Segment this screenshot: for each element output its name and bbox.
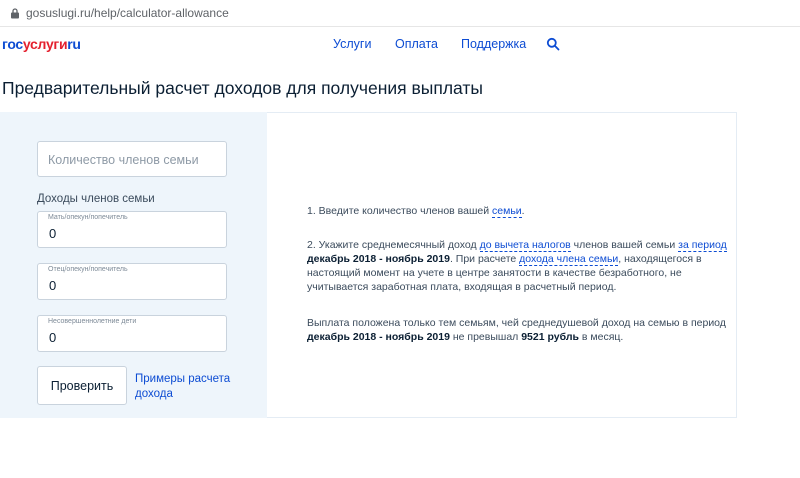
- step2-text-3: . При расчете: [449, 253, 520, 265]
- gosuslugi-logo[interactable]: госуслугиru: [2, 36, 81, 52]
- father-income-caption: Отец/опекун/попечитель: [48, 266, 128, 273]
- period-link[interactable]: за период: [678, 239, 727, 252]
- instruction-step-1: 1. Введите количество членов вашей семьи…: [307, 204, 727, 218]
- step1-text: 1. Введите количество членов вашей: [307, 205, 493, 217]
- family-link[interactable]: семьи: [492, 205, 522, 218]
- site-header: госуслугиru Услуги Оплата Поддержка: [0, 27, 800, 61]
- nav-services[interactable]: Услуги: [333, 37, 371, 51]
- lock-icon: [11, 8, 19, 19]
- search-icon[interactable]: [546, 37, 560, 51]
- logo-ru: ru: [67, 36, 81, 52]
- member-income-link[interactable]: дохода члена семьи: [519, 253, 619, 266]
- logo-gos: гос: [2, 36, 23, 52]
- nav-support[interactable]: Поддержка: [461, 37, 526, 51]
- note-text-3: в месяц.: [578, 331, 624, 343]
- page-title: Предварительный расчет доходов для получ…: [2, 78, 483, 98]
- children-income-caption: Несовершеннолетние дети: [48, 318, 137, 325]
- instruction-step-2: 2. Укажите среднемесячный доход до вычет…: [307, 238, 727, 294]
- mother-income-caption: Мать/опекун/попечитель: [48, 214, 128, 221]
- note-threshold: 9521 рубль: [521, 331, 579, 343]
- nav-payment[interactable]: Оплата: [395, 37, 438, 51]
- children-income-field[interactable]: Несовершеннолетние дети 0: [37, 315, 227, 352]
- url-text[interactable]: gosuslugi.ru/help/calculator-allowance: [26, 6, 229, 20]
- mother-income-field[interactable]: Мать/опекун/попечитель 0: [37, 211, 227, 248]
- income-section-label: Доходы членов семьи: [37, 193, 155, 205]
- before-tax-link[interactable]: до вычета налогов: [479, 239, 571, 252]
- note-text-2: не превышал: [449, 331, 522, 343]
- family-members-placeholder: Количество членов семьи: [48, 153, 199, 167]
- logo-uslugi: услуги: [22, 36, 68, 52]
- check-button[interactable]: Проверить: [37, 366, 127, 405]
- step2-text-1: 2. Укажите среднемесячный доход: [307, 239, 480, 251]
- calculation-examples-link[interactable]: Примеры расчета дохода: [135, 372, 245, 402]
- mother-income-value[interactable]: 0: [49, 226, 56, 241]
- note-text-1: Выплата положена только тем семьям, чей …: [307, 317, 726, 329]
- step1-end: .: [521, 205, 525, 217]
- step2-period: декабрь 2018 - ноябрь 2019: [307, 253, 450, 265]
- step2-text-2: членов вашей семьи: [570, 239, 679, 251]
- browser-address-bar[interactable]: gosuslugi.ru/help/calculator-allowance: [0, 0, 800, 27]
- children-income-value[interactable]: 0: [49, 330, 56, 345]
- father-income-value[interactable]: 0: [49, 278, 56, 293]
- father-income-field[interactable]: Отец/опекун/попечитель 0: [37, 263, 227, 300]
- eligibility-note: Выплата положена только тем семьям, чей …: [307, 316, 727, 344]
- family-members-input[interactable]: Количество членов семьи: [37, 141, 227, 177]
- note-period: декабрь 2018 - ноябрь 2019: [307, 331, 450, 343]
